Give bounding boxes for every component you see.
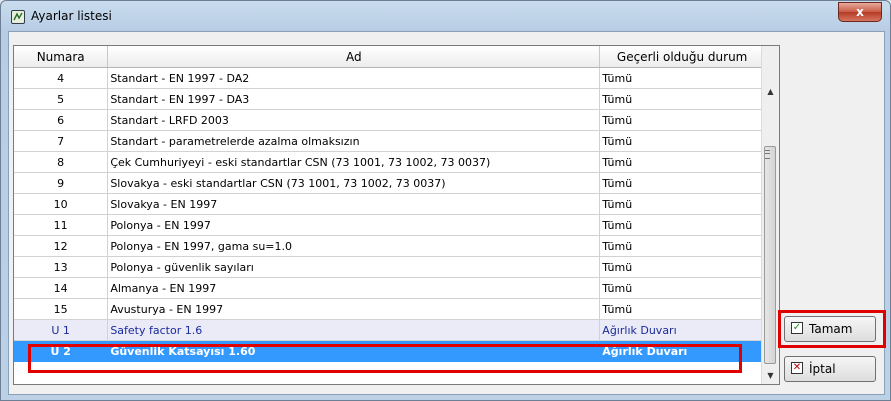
scroll-down-arrow-icon[interactable]: ▼ — [762, 367, 779, 384]
table-row[interactable]: 5 Standart - EN 1997 - DA3 Tümü — [14, 88, 765, 110]
row-name: Çek Cumhuriyeyi - eski standartlar CSN (… — [107, 151, 601, 173]
row-scope: Tümü — [599, 256, 765, 278]
table-row[interactable]: 8 Çek Cumhuriyeyi - eski standartlar CSN … — [14, 151, 765, 173]
scroll-up-arrow-icon[interactable]: ▲ — [762, 83, 779, 100]
column-header-number[interactable]: Numara — [14, 46, 109, 68]
row-scope: Tümü — [599, 109, 765, 131]
row-number: 4 — [14, 67, 109, 89]
row-number: 15 — [14, 298, 109, 320]
row-number: 8 — [14, 151, 109, 173]
table-row[interactable]: 12 Polonya - EN 1997, gama su=1.0 Tümü — [14, 235, 765, 257]
settings-table: Numara Ad Geçerli olduğu durum 4 Standart… — [14, 46, 765, 362]
settings-table-frame: Numara Ad Geçerli olduğu durum 4 Standart… — [13, 45, 780, 385]
row-number: 5 — [14, 88, 109, 110]
ok-button[interactable]: ✓ Tamam — [784, 316, 876, 342]
row-number: 14 — [14, 277, 109, 299]
table-row[interactable]: 13 Polonya - güvenlik sayıları Tümü — [14, 256, 765, 278]
ok-button-label: Tamam — [809, 322, 853, 336]
row-scope: Tümü — [599, 235, 765, 257]
row-scope: Tümü — [599, 130, 765, 152]
table-row[interactable]: 9 Slovakya - eski standartlar CSN (73 100… — [14, 172, 765, 194]
scrollbar-grip-icon — [765, 150, 770, 159]
row-scope: Tümü — [599, 277, 765, 299]
row-name: Standart - parametrelerde azalma olmaksı… — [107, 130, 601, 152]
table-row[interactable]: 11 Polonya - EN 1997 Tümü — [14, 214, 765, 236]
table-row[interactable]: 7 Standart - parametrelerde azalma olmaks… — [14, 130, 765, 152]
column-header-scope[interactable]: Geçerli olduğu durum — [599, 46, 765, 68]
table-row[interactable]: 10 Slovakya - EN 1997 Tümü — [14, 193, 765, 215]
column-header-name[interactable]: Ad — [107, 46, 601, 68]
row-name: Safety factor 1.6 — [107, 319, 601, 341]
row-scope: Tümü — [599, 88, 765, 110]
table-row[interactable]: 15 Avusturya - EN 1997 Tümü — [14, 298, 765, 320]
row-name: Almanya - EN 1997 — [107, 277, 601, 299]
dialog-body: Numara Ad Geçerli olduğu durum 4 Standart… — [8, 31, 886, 395]
title-bar[interactable]: Ayarlar listesi x — [1, 1, 890, 31]
row-name: Standart - LRFD 2003 — [107, 109, 601, 131]
row-scope: Ağırlık Duvarı — [599, 319, 765, 341]
row-scope: Tümü — [599, 67, 765, 89]
row-number: 11 — [14, 214, 109, 236]
close-icon: x — [856, 5, 864, 19]
row-number: 13 — [14, 256, 109, 278]
cancel-button-label: İptal — [809, 362, 836, 376]
close-button[interactable]: x — [838, 2, 882, 22]
settings-list-window: Ayarlar listesi x Numara Ad Geçerli oldu… — [0, 0, 891, 401]
row-number: U 1 — [14, 319, 109, 341]
row-name: Standart - EN 1997 - DA3 — [107, 88, 601, 110]
row-number: 10 — [14, 193, 109, 215]
row-scope: Tümü — [599, 151, 765, 173]
row-name: Slovakya - eski standartlar CSN (73 1001… — [107, 172, 601, 194]
row-scope: Ağırlık Duvarı — [599, 340, 765, 362]
row-number: 6 — [14, 109, 109, 131]
row-name: Standart - EN 1997 - DA2 — [107, 67, 601, 89]
row-scope: Tümü — [599, 298, 765, 320]
row-name: Polonya - EN 1997 — [107, 214, 601, 236]
app-icon — [11, 10, 25, 24]
row-number: 7 — [14, 130, 109, 152]
row-number: U 2 — [14, 340, 109, 362]
table-header: Numara Ad Geçerli olduğu durum — [14, 46, 765, 68]
scrollbar-thumb[interactable] — [764, 146, 776, 364]
checkmark-icon: ✓ — [791, 322, 803, 334]
row-name: Polonya - güvenlik sayıları — [107, 256, 601, 278]
row-name: Polonya - EN 1997, gama su=1.0 — [107, 235, 601, 257]
row-name: Avusturya - EN 1997 — [107, 298, 601, 320]
table-row[interactable]: 6 Standart - LRFD 2003 Tümü — [14, 109, 765, 131]
row-number: 12 — [14, 235, 109, 257]
table-row[interactable]: 4 Standart - EN 1997 - DA2 Tümü — [14, 67, 765, 89]
cross-icon: ✕ — [791, 362, 803, 374]
row-scope: Tümü — [599, 193, 765, 215]
table-row-selected[interactable]: U 2 Güvenlik Katsayısı 1.60 Ağırlık Duvarı — [14, 340, 765, 362]
table-row-user[interactable]: U 1 Safety factor 1.6 Ağırlık Duvarı — [14, 319, 765, 341]
row-name: Güvenlik Katsayısı 1.60 — [107, 340, 601, 362]
row-scope: Tümü — [599, 214, 765, 236]
row-scope: Tümü — [599, 172, 765, 194]
vertical-scrollbar[interactable]: ▲ ▼ — [761, 46, 779, 384]
window-title: Ayarlar listesi — [31, 9, 112, 23]
row-name: Slovakya - EN 1997 — [107, 193, 601, 215]
row-number: 9 — [14, 172, 109, 194]
table-row[interactable]: 14 Almanya - EN 1997 Tümü — [14, 277, 765, 299]
cancel-button[interactable]: ✕ İptal — [784, 356, 876, 382]
